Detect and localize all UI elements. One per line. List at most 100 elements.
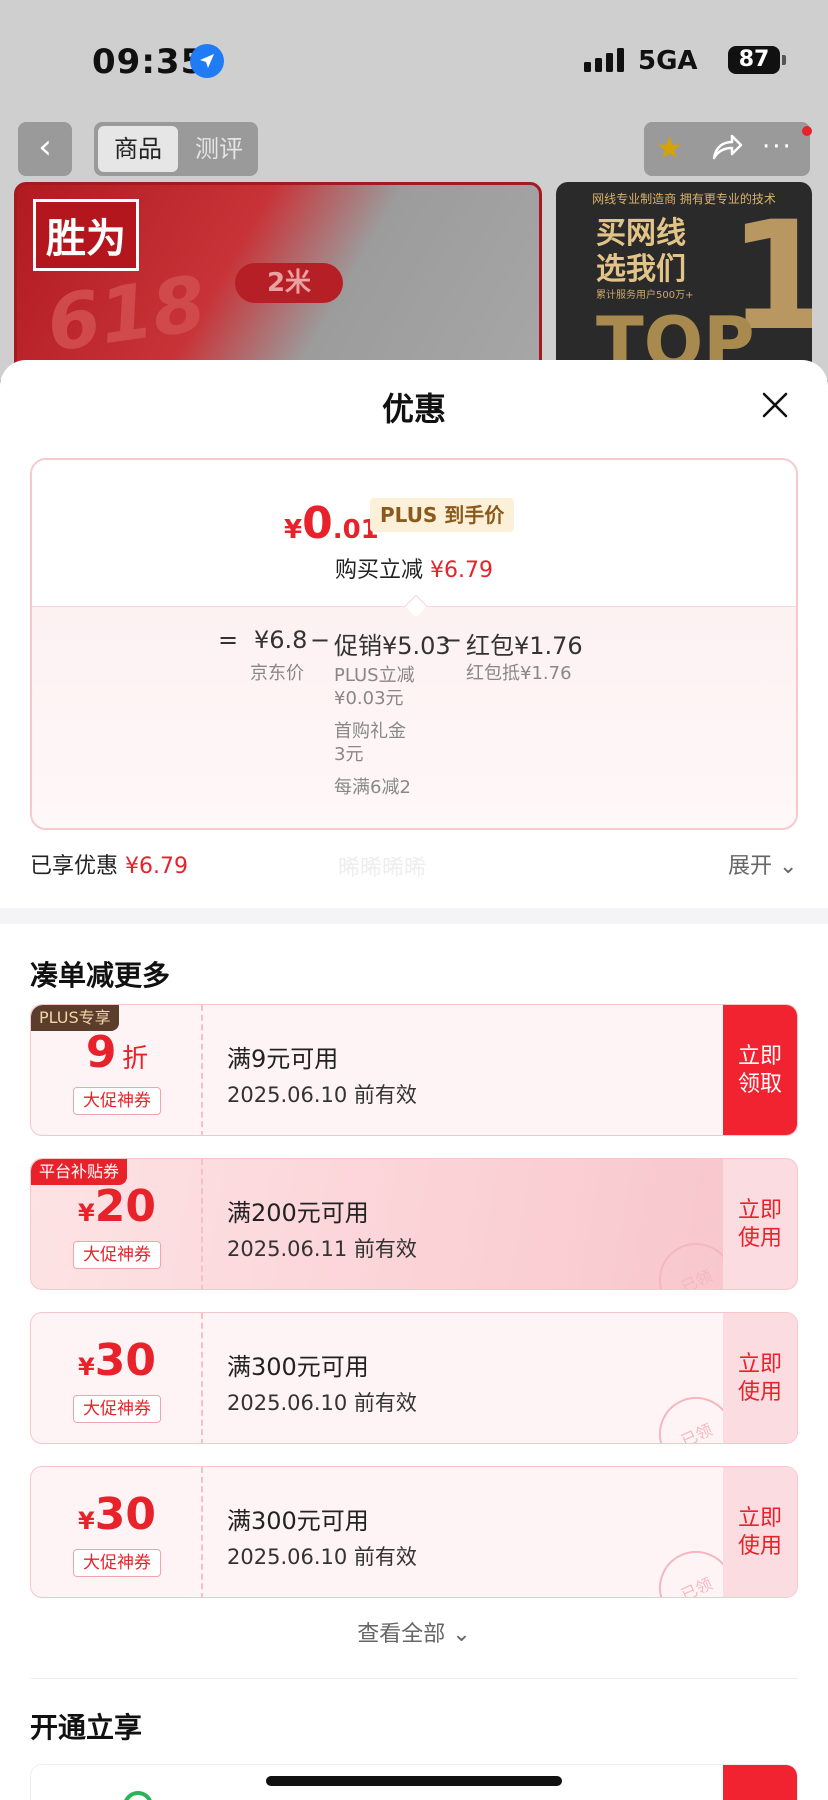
coupon-type-badge: 大促神券 (73, 1549, 161, 1577)
notification-dot (802, 126, 812, 136)
use-button-line1: 立即 (737, 1506, 782, 1531)
product-image-banner-2[interactable]: 网线专业制造商 拥有更专业的技术 买网线 选我们 累计服务用户500万+ 1 T… (556, 182, 812, 380)
use-button-line2: 使用 (737, 1534, 782, 1559)
use-button-line1: 立即 (737, 1352, 782, 1377)
expand-button[interactable]: 展开 ⌄ (728, 848, 797, 880)
section-divider (0, 908, 828, 924)
home-indicator (266, 1776, 562, 1786)
membership-action-button[interactable] (723, 1765, 797, 1800)
coupon-amount: ¥30 (31, 1335, 203, 1386)
coupon-currency: ¥ (78, 1353, 95, 1381)
use-button-line1: 立即 (737, 1198, 782, 1223)
instant-discount: 购买立减 ¥6.79 (32, 552, 796, 584)
use-coupon-button[interactable]: 立即 使用 (723, 1159, 797, 1289)
product-page-background: 09:35 5GA 87 ‹ 商品 测评 ★ ··· 胜为 618 2米 网线专… (0, 0, 828, 380)
product-nav-bar: ‹ 商品 测评 ★ ··· (0, 122, 828, 176)
coupon-card: ¥20 大促神券 平台补贴券 满200元可用 2025.06.11 前有效 已领… (30, 1158, 798, 1290)
equals-sign: = (218, 626, 239, 654)
redpacket-label: 红包抵¥1.76 (466, 663, 572, 684)
coupon-amount-number: 30 (94, 1335, 156, 1386)
status-time: 09:35 (92, 42, 206, 82)
claim-button-line2: 领取 (737, 1072, 782, 1097)
coupon-expiry: 2025.06.10 前有效 (227, 1391, 417, 1415)
instant-discount-label: 购买立减 (335, 558, 424, 583)
toolbar-actions: ★ ··· (644, 122, 812, 176)
coupon-type-badge: 大促神券 (73, 1087, 161, 1115)
coupon-amount: ¥30 (31, 1489, 203, 1540)
banner2-headline-line1: 买网线 (596, 216, 686, 251)
enjoyed-value: ¥6.79 (125, 854, 188, 879)
jd-price-label: 京东价 (250, 663, 304, 684)
final-price-area: ¥0.01 PLUS 到手价 购买立减 ¥6.79 (32, 460, 796, 606)
use-coupon-button[interactable]: 立即 使用 (723, 1313, 797, 1443)
coupon-amount-number: 20 (94, 1181, 156, 1232)
brand-logo: 胜为 (33, 199, 139, 271)
promo-detail-line: 3元 (334, 744, 364, 765)
product-image-banner[interactable]: 胜为 618 2米 (14, 182, 542, 380)
minus-sign-2: − (442, 626, 463, 654)
price-integer: 0 (302, 498, 333, 549)
coupon-card: ¥30 大促神券 满300元可用 2025.06.10 前有效 已领 立即 使用 (30, 1312, 798, 1444)
coupon-expiry: 2025.06.11 前有效 (227, 1237, 417, 1261)
network-type: 5GA (638, 46, 698, 76)
promo-detail-line: 每满6减2 (334, 777, 411, 798)
product-tab-switch: 商品 测评 (94, 122, 258, 176)
promo-total: 促销¥5.03 (334, 632, 451, 660)
price-currency: ¥ (284, 515, 303, 545)
coupon-currency: ¥ (78, 1507, 95, 1535)
chevron-down-icon: ⌄ (452, 1622, 471, 1647)
coupon-currency: ¥ (78, 1199, 95, 1227)
close-icon[interactable] (758, 388, 792, 422)
coupon-value-area: ¥30 大促神券 (31, 1313, 203, 1443)
coupon-value-area: ¥30 大促神券 (31, 1467, 203, 1597)
cellular-signal-icon (584, 48, 624, 72)
status-bar: 09:35 5GA 87 (0, 38, 828, 86)
coupon-condition: 满200元可用 (227, 1199, 369, 1227)
location-arrow-icon (190, 44, 224, 78)
instant-discount-value: ¥6.79 (430, 558, 493, 583)
coupon-type-badge: 大促神券 (73, 1395, 161, 1423)
view-all-button[interactable]: 查看全部 ⌄ (0, 1616, 828, 1648)
favorite-star-icon[interactable]: ★ (656, 132, 683, 166)
coupon-condition: 满300元可用 (227, 1353, 369, 1381)
promo-detail-line: PLUS立减 (334, 665, 415, 686)
enjoyed-label: 已享优惠 (30, 854, 119, 879)
coupon-condition: 满300元可用 (227, 1507, 369, 1535)
sheet-title: 优惠 (381, 390, 446, 428)
redpacket-total: 红包¥1.76 (466, 632, 583, 660)
platform-subsidy-tag: 平台补贴券 (31, 1159, 128, 1185)
coupon-expiry: 2025.06.10 前有效 (227, 1083, 417, 1107)
view-all-label: 查看全部 (357, 1622, 446, 1647)
enjoyed-discount: 已享优惠 ¥6.79 (30, 848, 188, 880)
coupon-amount-number: 30 (94, 1489, 156, 1540)
divider-line (30, 1678, 798, 1679)
promo-detail-line: ¥0.03元 (334, 688, 404, 709)
share-icon[interactable] (708, 130, 744, 166)
banner2-users: 累计服务用户500万+ (596, 290, 694, 301)
coupon-condition: 满9元可用 (227, 1045, 339, 1073)
jd-price: ¥6.8 (254, 626, 308, 654)
length-chip: 2米 (235, 263, 343, 303)
use-coupon-button[interactable]: 立即 使用 (723, 1467, 797, 1597)
claim-button-line1: 立即 (737, 1044, 782, 1069)
more-options-icon[interactable]: ··· (762, 132, 793, 162)
tab-review[interactable]: 测评 (184, 126, 254, 172)
claim-coupon-button[interactable]: 立即 领取 (723, 1005, 797, 1135)
minus-sign-1: − (310, 626, 331, 654)
coupon-expiry: 2025.06.10 前有效 (227, 1545, 417, 1569)
chevron-left-icon: ‹ (38, 127, 52, 167)
coupon-card: ¥30 大促神券 满300元可用 2025.06.10 前有效 已领 立即 使用 (30, 1466, 798, 1598)
open-membership-heading: 开通立享 (30, 1711, 143, 1744)
promo-details: PLUS立减 ¥0.03元 首购礼金 3元 每满6减2 (334, 664, 415, 799)
more-savings-heading: 凑单减更多 (30, 959, 171, 992)
final-price: ¥0.01 (284, 498, 379, 549)
discount-bottom-sheet: 优惠 ¥0.01 PLUS 到手价 购买立减 ¥6.79 = ¥6.8 京东价 … (0, 360, 828, 1800)
promo-detail-line: 首购礼金 (334, 721, 406, 742)
coupon-type-badge: 大促神券 (73, 1241, 161, 1269)
battery-icon: 87 (728, 46, 786, 74)
membership-icon (123, 1791, 153, 1800)
plus-price-tag: PLUS 到手价 (370, 498, 515, 532)
banner2-headline: 买网线 选我们 (596, 216, 686, 288)
tab-product[interactable]: 商品 (98, 126, 178, 172)
back-button[interactable]: ‹ (18, 122, 72, 176)
